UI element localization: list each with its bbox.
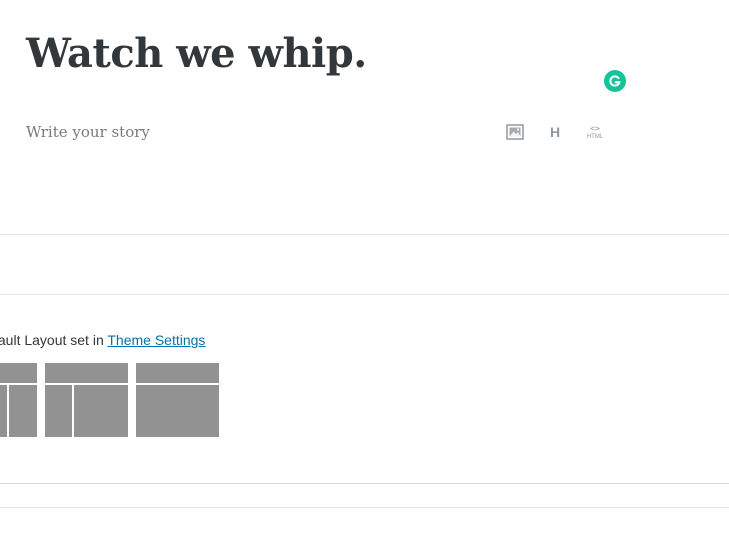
grammarly-g-glyph [609,75,621,87]
insert-html-button[interactable]: <> HTML [583,120,607,144]
image-icon [506,124,524,140]
editor-page: Watch we whip. Write your story H <> HTM… [0,0,729,541]
heading-icon: H [549,124,561,140]
story-placeholder[interactable]: Write your story [26,121,150,143]
layout-option-full-width-content[interactable] [136,363,219,437]
html-icon-label: HTML [586,133,604,140]
layout-tile-sidebar [0,385,7,437]
insert-image-button[interactable] [503,120,527,144]
inline-inserter-toolbar: H <> HTML [503,120,607,144]
layout-tile-sidebar [9,385,37,437]
grammarly-icon[interactable] [604,70,626,92]
layout-option-sidebar-content-sidebar[interactable] [0,363,37,437]
layout-note-text: fault Layout set in [0,332,108,348]
html-icon-code: <> [590,123,600,133]
layout-tile-content [136,385,219,437]
layout-tile-header [0,363,37,383]
section-divider [0,483,729,484]
layout-tile-sidebar [45,385,72,437]
layout-option-sidebar-content[interactable] [45,363,128,437]
section-divider [0,234,729,235]
layout-settings-note: fault Layout set in Theme Settings [0,331,205,349]
section-divider [0,294,729,295]
insert-heading-button[interactable]: H [543,120,567,144]
layout-tile-header [136,363,219,383]
layout-tile-header [45,363,128,383]
post-title[interactable]: Watch we whip. [26,28,367,80]
theme-settings-link[interactable]: Theme Settings [107,332,205,348]
layout-tile-content [74,385,128,437]
section-divider [0,507,729,508]
html-icon: <> HTML [586,123,604,140]
